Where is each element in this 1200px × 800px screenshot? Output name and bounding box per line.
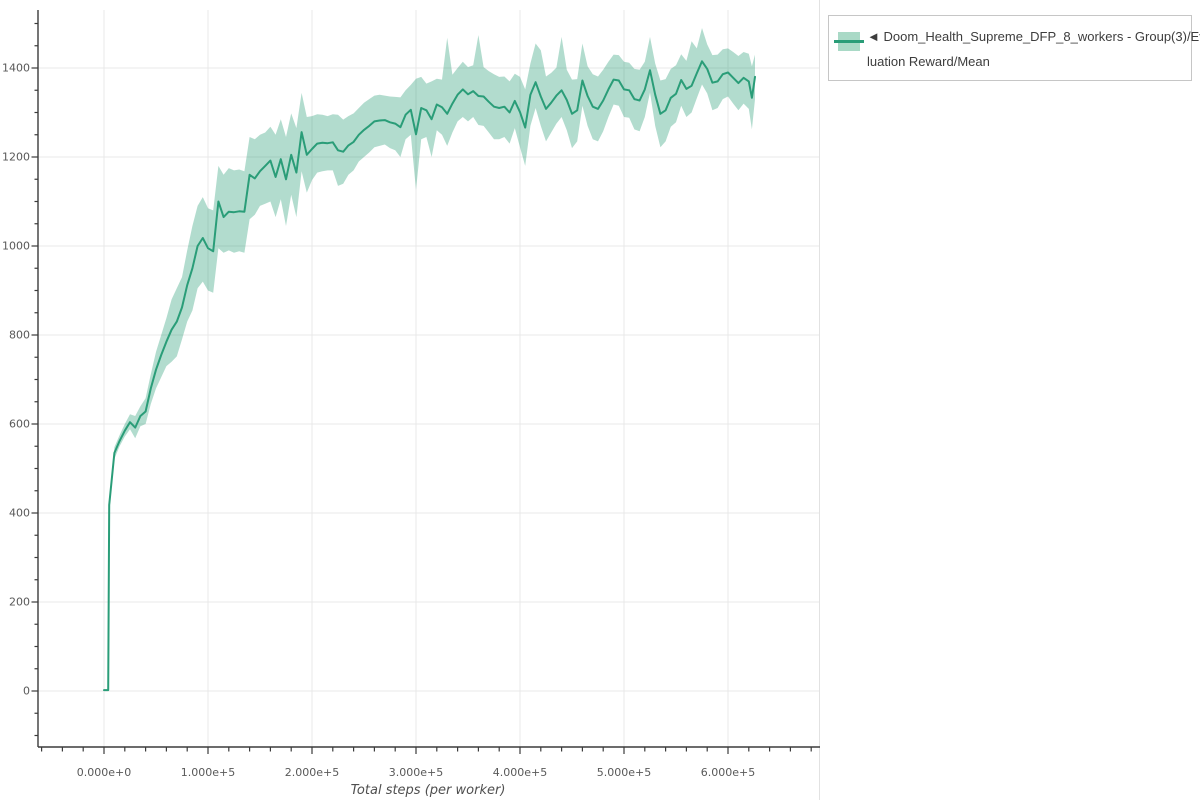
legend-label-line1: ◄ Doom_Health_Supreme_DFP_8_workers - Gr…: [867, 24, 1200, 49]
x-tick-label: 4.000e+5: [493, 766, 547, 779]
x-axis-title: Total steps (per worker): [351, 783, 506, 798]
y-tick-label: 0: [23, 685, 30, 698]
x-tick-label: 2.000e+5: [285, 766, 339, 779]
legend-box: ◄ Doom_Health_Supreme_DFP_8_workers - Gr…: [828, 15, 1192, 81]
y-tick-label: 600: [9, 418, 30, 431]
legend-swatch-line-icon: [834, 40, 864, 43]
y-tick-label: 1400: [2, 62, 30, 75]
y-tick-label: 800: [9, 329, 30, 342]
x-tick-label: 1.000e+5: [181, 766, 235, 779]
y-tick-label: 400: [9, 507, 30, 520]
legend-item[interactable]: ◄ Doom_Health_Supreme_DFP_8_workers - Gr…: [867, 24, 1200, 74]
x-tick-label: 0.000e+0: [77, 766, 131, 779]
y-tick-label: 1200: [2, 151, 30, 164]
x-tick-label: 3.000e+5: [389, 766, 443, 779]
y-tick-label: 1000: [2, 240, 30, 253]
chart-page: 0.000e+0 1.000e+5 2.000e+5 3.000e+5 4.000e+5…: [0, 0, 1200, 800]
series-mean-line: [104, 61, 755, 690]
axis-tick-labels: 0.000e+0 1.000e+5 2.000e+5 3.000e+5 4.000e+5…: [2, 62, 755, 780]
series-confidence-band: [104, 28, 755, 690]
y-tick-label: 200: [9, 596, 30, 609]
x-tick-label: 6.000e+5: [701, 766, 755, 779]
reward-chart: 0.000e+0 1.000e+5 2.000e+5 3.000e+5 4.000e+5…: [0, 0, 1200, 800]
legend-label-line2: luation Reward/Mean: [867, 49, 1200, 74]
legend-swatch-icon[interactable]: [838, 32, 860, 51]
x-tick-label: 5.000e+5: [597, 766, 651, 779]
